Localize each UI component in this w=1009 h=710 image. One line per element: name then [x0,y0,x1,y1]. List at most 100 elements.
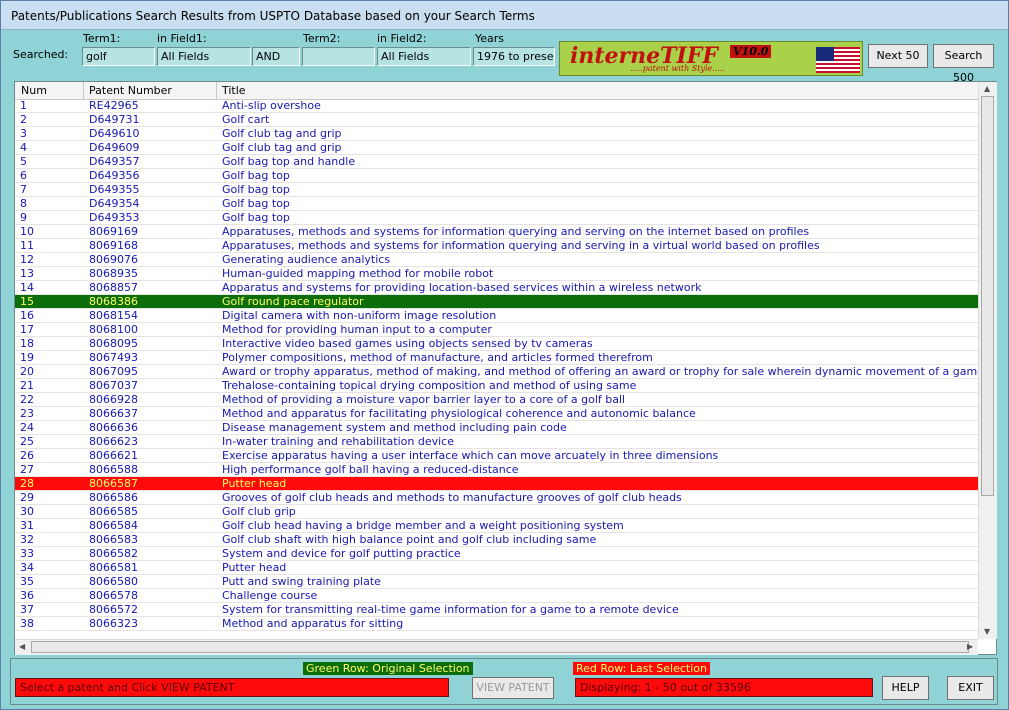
view-patent-button[interactable]: VIEW PATENT [472,677,554,699]
table-row[interactable]: 33 8066582 System and device for golf putt… [15,547,978,561]
column-header-title[interactable]: Title [222,84,246,97]
legend-red-row: Red Row: Last Selection [573,662,710,675]
table-row[interactable]: 23 8066637 Method and apparatus for facili… [15,407,978,421]
table-row[interactable]: 10 8069169 Apparatuses, methods and system… [15,225,978,239]
row-num: 34 [20,561,34,574]
table-row[interactable]: 6 D649356 Golf bag top [15,169,978,183]
table-row[interactable]: 7 D649355 Golf bag top [15,183,978,197]
row-patent-number: D649610 [89,127,140,140]
vertical-scrollbar[interactable]: ▲ ▼ [978,82,997,639]
title-bar: Patents/Publications Search Results from… [1,1,1008,30]
table-row[interactable]: 31 8066584 Golf club head having a bridge … [15,519,978,533]
row-patent-number: 8066621 [89,449,138,462]
table-row[interactable]: 8 D649354 Golf bag top [15,197,978,211]
search-500-button[interactable]: Search 500 [933,44,994,84]
table-row[interactable]: 35 8066580 Putt and swing training plate [15,575,978,589]
row-title: Method of providing a moisture vapor bar… [222,393,626,406]
row-num: 4 [20,141,27,154]
table-row[interactable]: 38 8066323 Method and apparatus for sittin… [15,617,978,631]
table-row[interactable]: 34 8066581 Putter head [15,561,978,575]
table-row[interactable]: 4 D649609 Golf club tag and grip [15,141,978,155]
table-row[interactable]: 32 8066583 Golf club shaft with high balan… [15,533,978,547]
table-row[interactable]: 1 RE42965 Anti-slip overshoe [15,99,978,113]
table-row[interactable]: 17 8068100 Method for providing human inpu… [15,323,978,337]
row-patent-number: 8066623 [89,435,138,448]
row-title: Interactive video based games using obje… [222,337,593,350]
vertical-scroll-thumb[interactable] [981,96,994,496]
us-flag-icon [816,47,860,73]
row-num: 27 [20,463,34,476]
exit-button[interactable]: EXIT [947,676,994,700]
scroll-right-icon[interactable]: ▶ [967,642,973,651]
table-row[interactable]: 20 8067095 Award or trophy apparatus, meth… [15,365,978,379]
row-title: Golf club grip [222,505,296,518]
field2-field: All Fields [377,47,471,66]
table-row-green[interactable]: 15 8068386 Golf round pace regulator [15,295,978,309]
table-row[interactable]: 19 8067493 Polymer compositions, method of… [15,351,978,365]
row-patent-number: D649353 [89,211,140,224]
table-row[interactable]: 12 8069076 Generating audience analytics [15,253,978,267]
row-patent-number: 8069169 [89,225,138,238]
table-row[interactable]: 16 8068154 Digital camera with non-uniform… [15,309,978,323]
table-row[interactable]: 18 8068095 Interactive video based games u… [15,337,978,351]
row-title: Golf bag top [222,211,290,224]
row-num: 22 [20,393,34,406]
row-num: 6 [20,169,27,182]
column-header-patent-number[interactable]: Patent Number [89,84,172,97]
table-row[interactable]: 30 8066585 Golf club grip [15,505,978,519]
display-count-status: Displaying: 1 - 50 out of 33596 [575,678,873,697]
table-row[interactable]: 14 8068857 Apparatus and systems for provi… [15,281,978,295]
column-divider [83,82,84,99]
horizontal-scroll-thumb[interactable] [31,641,969,653]
table-row[interactable]: 36 8066578 Challenge course [15,589,978,603]
next-50-button[interactable]: Next 50 [868,44,928,68]
row-title: Award or trophy apparatus, method of mak… [222,365,978,378]
scroll-left-icon[interactable]: ◀ [19,642,25,651]
table-row[interactable]: 27 8066588 High performance golf ball havi… [15,463,978,477]
row-patent-number: 8067095 [89,365,138,378]
table-row[interactable]: 25 8066623 In-water training and rehabilit… [15,435,978,449]
term2-label: Term2: [303,32,341,45]
row-patent-number: 8066580 [89,575,138,588]
table-row[interactable]: 11 8069168 Apparatuses, methods and system… [15,239,978,253]
row-num: 15 [20,295,34,308]
table-row[interactable]: 22 8066928 Method of providing a moisture … [15,393,978,407]
table-row-red[interactable]: 28 8066587 Putter head [15,477,978,491]
table-row[interactable]: 3 D649610 Golf club tag and grip [15,127,978,141]
row-title: Golf club head having a bridge member an… [222,519,624,532]
horizontal-scrollbar[interactable]: ◀ ▶ [15,639,978,655]
row-title: Disease management system and method inc… [222,421,567,434]
row-patent-number: 8066637 [89,407,138,420]
results-list[interactable]: Num Patent Number Title 1 RE42965 Anti-sli… [14,81,997,655]
field2-label: in Field2: [377,32,427,45]
list-header: Num Patent Number Title [15,82,978,100]
row-num: 25 [20,435,34,448]
row-num: 2 [20,113,27,126]
legend-green-row: Green Row: Original Selection [303,662,473,675]
table-row[interactable]: 26 8066621 Exercise apparatus having a use… [15,449,978,463]
help-button[interactable]: HELP [882,676,929,700]
row-title: Putter head [222,477,287,490]
row-patent-number: 8066928 [89,393,138,406]
row-num: 38 [20,617,34,630]
row-patent-number: 8066586 [89,491,138,504]
table-row[interactable]: 5 D649357 Golf bag top and handle [15,155,978,169]
table-row[interactable]: 9 D649353 Golf bag top [15,211,978,225]
table-row[interactable]: 21 8067037 Trehalose-containing topical dr… [15,379,978,393]
table-row[interactable]: 24 8066636 Disease management system and m… [15,421,978,435]
column-header-num[interactable]: Num [21,84,47,97]
row-patent-number: D649354 [89,197,140,210]
table-row[interactable]: 37 8066572 System for transmitting real-ti… [15,603,978,617]
row-title: Digital camera with non-uniform image re… [222,309,497,322]
searched-label: Searched: [13,48,69,61]
row-patent-number: 8066584 [89,519,138,532]
row-patent-number: 8068100 [89,323,138,336]
row-num: 36 [20,589,34,602]
table-row[interactable]: 29 8066586 Grooves of golf club heads and … [15,491,978,505]
scroll-down-icon[interactable]: ▼ [984,627,990,636]
table-row[interactable]: 13 8068935 Human-guided mapping method for… [15,267,978,281]
scroll-up-icon[interactable]: ▲ [984,84,990,93]
row-title: Apparatuses, methods and systems for inf… [222,239,820,252]
row-patent-number: D649731 [89,113,140,126]
table-row[interactable]: 2 D649731 Golf cart [15,113,978,127]
